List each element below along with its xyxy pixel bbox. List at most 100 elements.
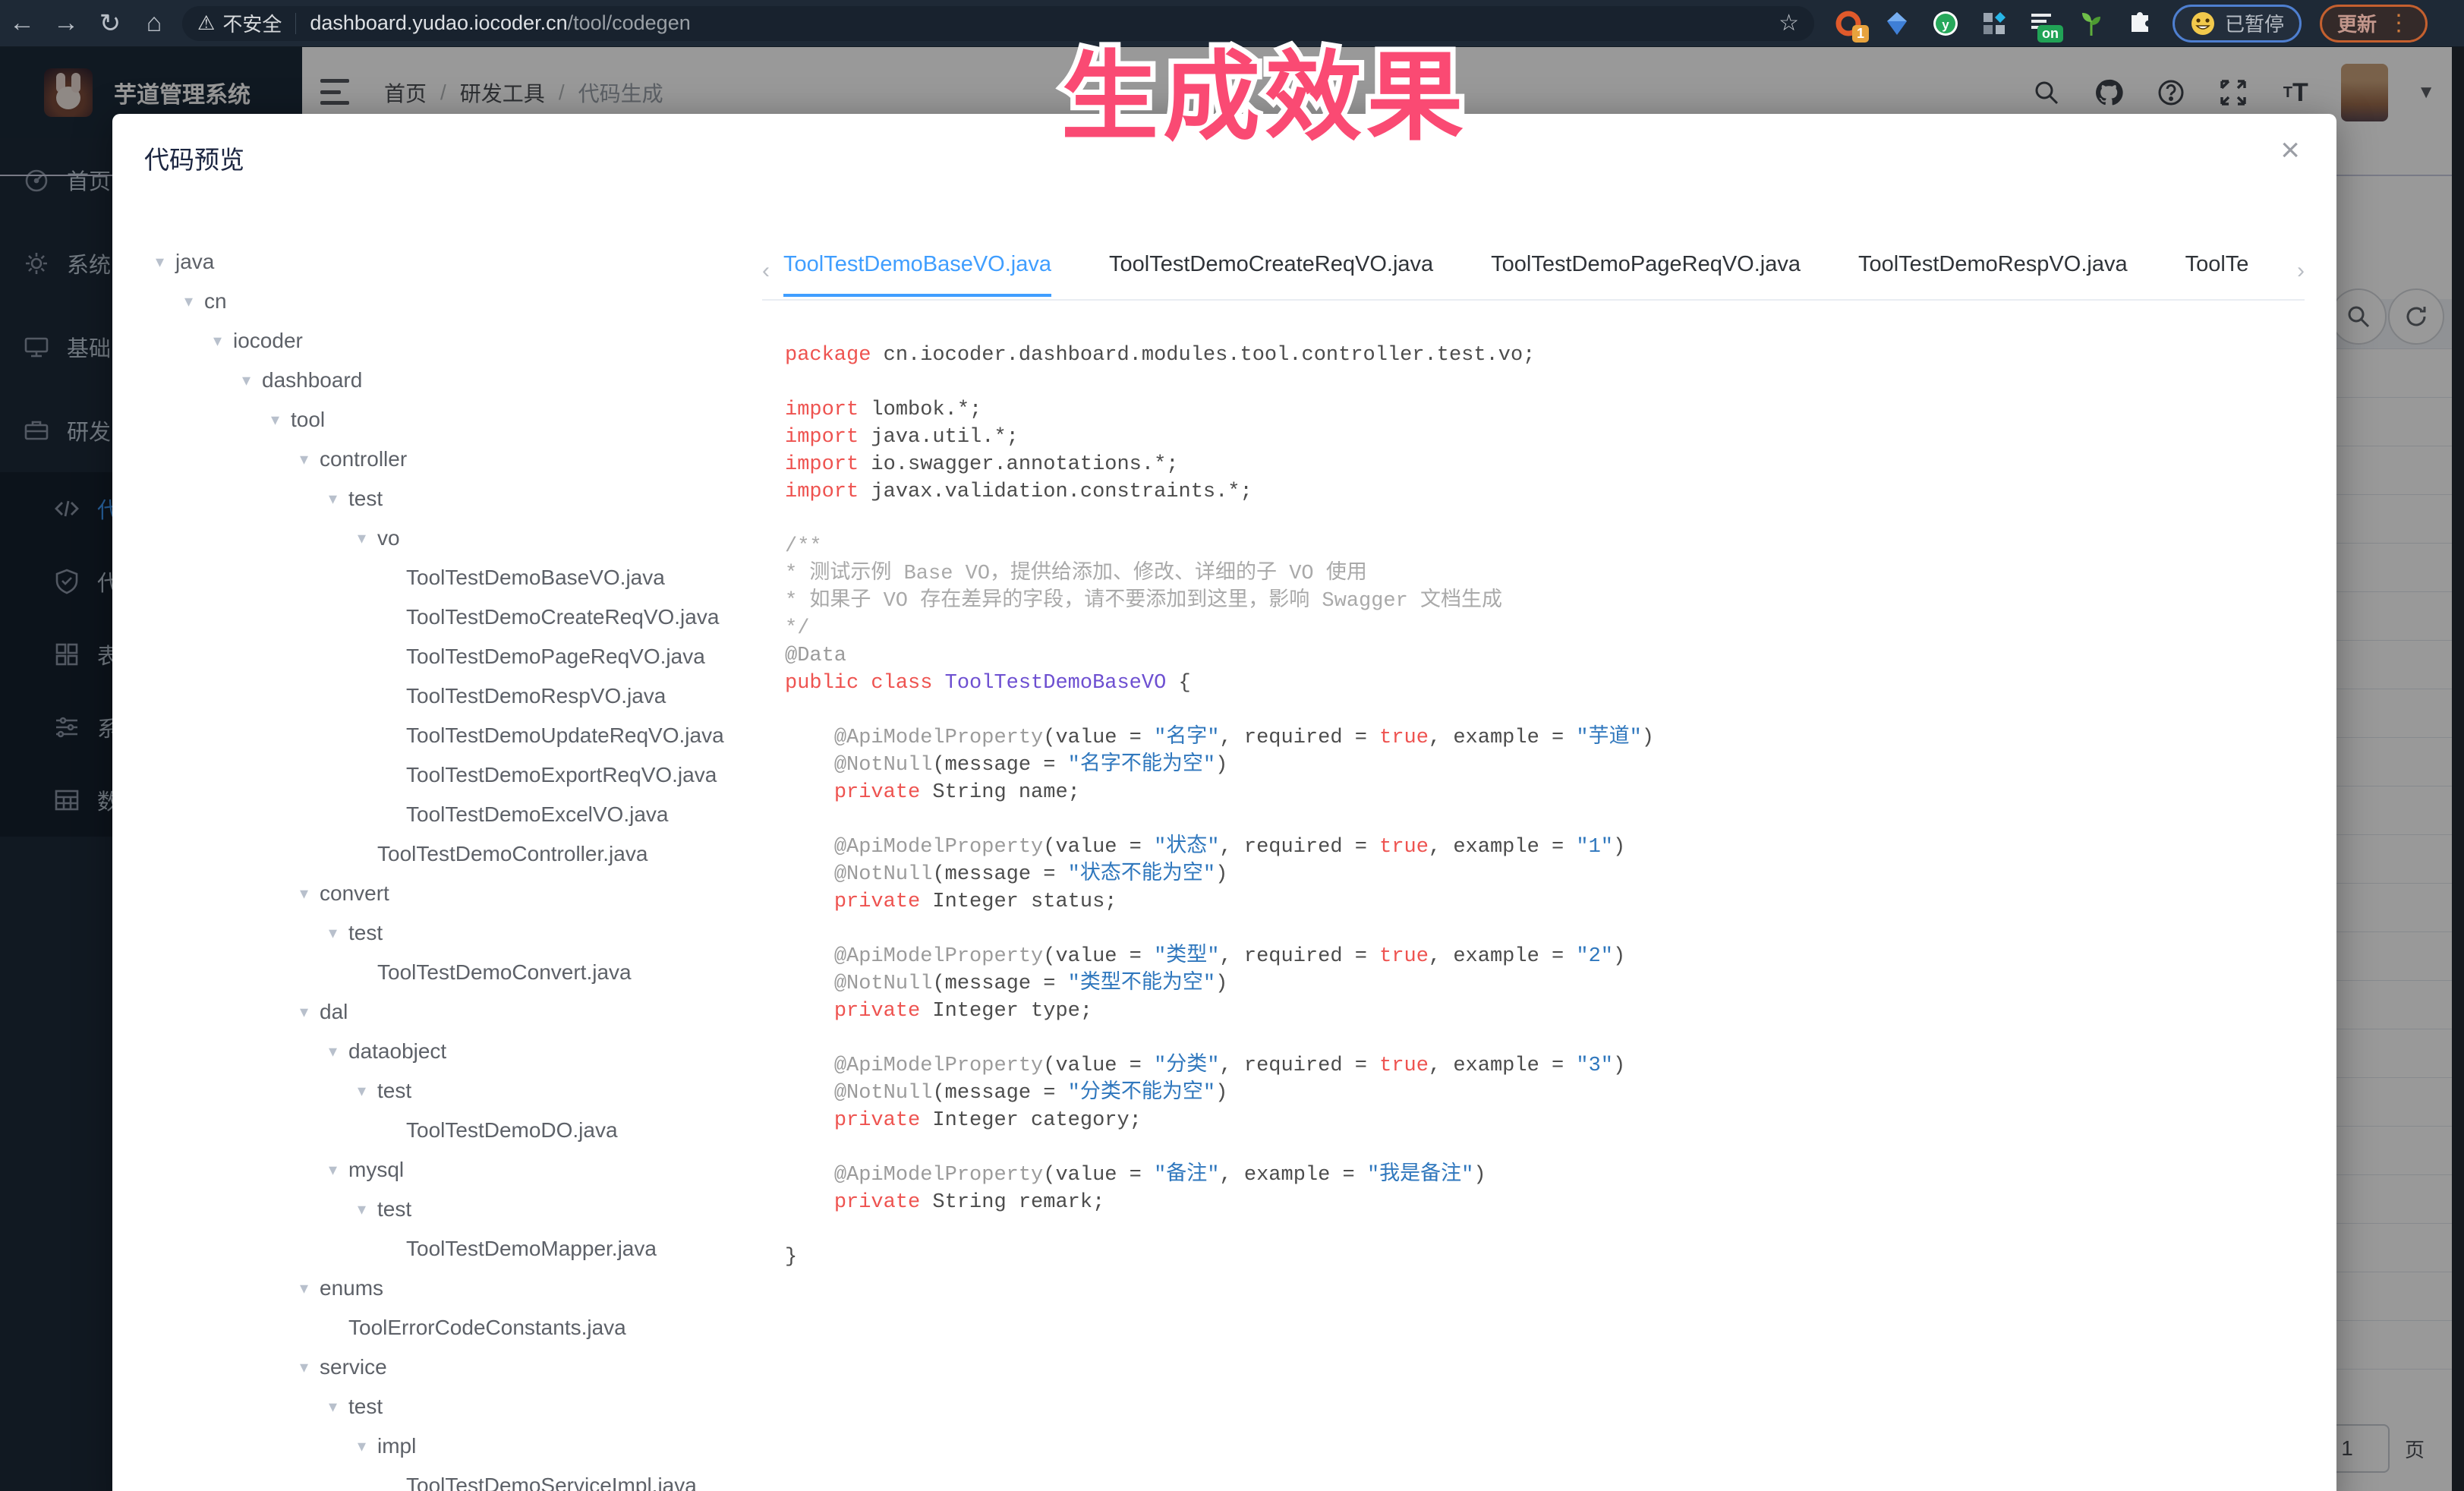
ext-blue-gem-icon[interactable] bbox=[1883, 9, 1911, 38]
code-token-m: @Data bbox=[785, 645, 846, 667]
tree-file-ToolTestDemoMapper.java[interactable]: ToolTestDemoMapper.java bbox=[112, 1229, 765, 1269]
tabs-prev-icon[interactable]: ‹ bbox=[762, 258, 770, 284]
code-token-m: @ApiModelProperty bbox=[834, 1054, 1043, 1077]
code-token-p: , example = bbox=[1429, 727, 1576, 749]
tree-file-ToolTestDemoController.java[interactable]: ToolTestDemoController.java bbox=[112, 834, 765, 874]
tree-dir-service[interactable]: ▾service bbox=[112, 1348, 765, 1387]
extension-icons: 1 y on bbox=[1834, 9, 2154, 38]
tree-dir-tool[interactable]: ▾tool bbox=[112, 400, 765, 440]
tree-expand-caret-icon[interactable]: ▾ bbox=[156, 252, 175, 272]
tree-expand-caret-icon[interactable]: ▾ bbox=[300, 1357, 320, 1377]
tab-ToolTe[interactable]: ToolTe bbox=[2185, 252, 2249, 297]
tree-file-ToolTestDemoExcelVO.java[interactable]: ToolTestDemoExcelVO.java bbox=[112, 795, 765, 834]
tree-expand-caret-icon[interactable]: ▾ bbox=[329, 1397, 348, 1417]
browser-menu-icon[interactable]: ⋮ bbox=[2387, 20, 2410, 27]
tree-file-ToolTestDemoRespVO.java[interactable]: ToolTestDemoRespVO.java bbox=[112, 676, 765, 716]
bookmark-star-icon[interactable]: ☆ bbox=[1779, 10, 1799, 36]
code-token-p bbox=[785, 891, 834, 913]
tree-dir-test[interactable]: ▾test bbox=[112, 913, 765, 953]
tree-expand-caret-icon[interactable]: ▾ bbox=[329, 1160, 348, 1180]
update-button[interactable]: 更新 ⋮ bbox=[2320, 5, 2428, 43]
code-line: /** bbox=[785, 533, 1654, 560]
tree-dir-dataobject[interactable]: ▾dataobject bbox=[112, 1032, 765, 1071]
code-token-p: (value = bbox=[1043, 727, 1154, 749]
tab-ToolTestDemoCreateReqVO.java[interactable]: ToolTestDemoCreateReqVO.java bbox=[1109, 252, 1433, 297]
tree-dir-test[interactable]: ▾test bbox=[112, 1190, 765, 1229]
tree-expand-caret-icon[interactable]: ▾ bbox=[329, 923, 348, 943]
tree-file-ToolTestDemoConvert.java[interactable]: ToolTestDemoConvert.java bbox=[112, 953, 765, 992]
tree-dir-mysql[interactable]: ▾mysql bbox=[112, 1150, 765, 1190]
code-line: @NotNull(message = "类型不能为空") bbox=[785, 970, 1654, 998]
code-token-p bbox=[932, 672, 944, 695]
tree-dir-controller[interactable]: ▾controller bbox=[112, 440, 765, 479]
home-icon[interactable]: ⌂ bbox=[132, 8, 176, 38]
tree-file-ToolTestDemoServiceImpl.java[interactable]: ToolTestDemoServiceImpl.java bbox=[112, 1466, 765, 1491]
address-bar[interactable]: ⚠ 不安全 dashboard.yudao.iocoder.cn /tool/c… bbox=[182, 6, 1814, 41]
tree-expand-caret-icon[interactable]: ▾ bbox=[329, 489, 348, 509]
tree-expand-caret-icon[interactable]: ▾ bbox=[300, 449, 320, 469]
tab-ToolTestDemoBaseVO.java[interactable]: ToolTestDemoBaseVO.java bbox=[783, 252, 1051, 297]
tab-ToolTestDemoRespVO.java[interactable]: ToolTestDemoRespVO.java bbox=[1858, 252, 2128, 297]
tree-expand-caret-icon[interactable]: ▾ bbox=[358, 1199, 377, 1219]
tree-node-label: ToolTestDemoMapper.java bbox=[406, 1237, 657, 1261]
tree-node-label: ToolTestDemoPageReqVO.java bbox=[406, 645, 705, 669]
paused-chip[interactable]: 已暂停 bbox=[2173, 5, 2302, 43]
code-line: } bbox=[785, 1244, 1654, 1271]
tree-dir-test[interactable]: ▾test bbox=[112, 1387, 765, 1426]
tree-expand-caret-icon[interactable]: ▾ bbox=[358, 1081, 377, 1101]
tree-file-ToolTestDemoDO.java[interactable]: ToolTestDemoDO.java bbox=[112, 1111, 765, 1150]
tree-expand-caret-icon[interactable]: ▾ bbox=[300, 884, 320, 903]
code-line: @ApiModelProperty(value = "分类", required… bbox=[785, 1052, 1654, 1080]
tree-dir-dashboard[interactable]: ▾dashboard bbox=[112, 361, 765, 400]
tree-dir-cn[interactable]: ▾cn bbox=[112, 282, 765, 321]
tree-dir-dal[interactable]: ▾dal bbox=[112, 992, 765, 1032]
code-line: private Integer type; bbox=[785, 998, 1654, 1025]
tabs-next-icon[interactable]: › bbox=[2297, 258, 2305, 284]
code-token-g: /** bbox=[785, 535, 822, 558]
tree-expand-caret-icon[interactable]: ▾ bbox=[300, 1278, 320, 1298]
tree-expand-caret-icon[interactable]: ▾ bbox=[242, 370, 262, 390]
tree-file-ToolTestDemoUpdateReqVO.java[interactable]: ToolTestDemoUpdateReqVO.java bbox=[112, 716, 765, 755]
tree-node-label: iocoder bbox=[233, 329, 303, 353]
tree-dir-test[interactable]: ▾test bbox=[112, 479, 765, 519]
tree-dir-test[interactable]: ▾test bbox=[112, 1071, 765, 1111]
tree-file-ToolTestDemoExportReqVO.java[interactable]: ToolTestDemoExportReqVO.java bbox=[112, 755, 765, 795]
code-line: import lombok.*; bbox=[785, 396, 1654, 424]
code-token-p: , required = bbox=[1220, 727, 1380, 749]
tree-expand-caret-icon[interactable]: ▾ bbox=[358, 528, 377, 548]
tree-dir-enums[interactable]: ▾enums bbox=[112, 1269, 765, 1308]
forward-icon[interactable]: → bbox=[44, 8, 88, 38]
ext-orange-circle-icon[interactable]: 1 bbox=[1834, 9, 1863, 38]
tree-expand-caret-icon[interactable]: ▾ bbox=[271, 410, 291, 430]
tree-expand-caret-icon[interactable]: ▾ bbox=[358, 1436, 377, 1456]
browser-scrollbar[interactable] bbox=[2452, 47, 2464, 1491]
code-token-p: ) bbox=[1613, 1054, 1625, 1077]
ext-plant-icon bbox=[2079, 10, 2103, 37]
tree-file-ToolErrorCodeConstants.java[interactable]: ToolErrorCodeConstants.java bbox=[112, 1308, 765, 1348]
tree-expand-caret-icon[interactable]: ▾ bbox=[300, 1002, 320, 1022]
ext-list-icon[interactable]: on bbox=[2028, 9, 2057, 38]
code-line: private String remark; bbox=[785, 1189, 1654, 1216]
back-icon[interactable]: ← bbox=[0, 8, 44, 38]
code-token-s: "名字" bbox=[1154, 727, 1219, 749]
tab-ToolTestDemoPageReqVO.java[interactable]: ToolTestDemoPageReqVO.java bbox=[1491, 252, 1801, 297]
tree-file-ToolTestDemoPageReqVO.java[interactable]: ToolTestDemoPageReqVO.java bbox=[112, 637, 765, 676]
reload-icon[interactable]: ↻ bbox=[88, 8, 132, 39]
tree-file-ToolTestDemoBaseVO.java[interactable]: ToolTestDemoBaseVO.java bbox=[112, 558, 765, 597]
tree-dir-convert[interactable]: ▾convert bbox=[112, 874, 765, 913]
ext-plant-icon[interactable] bbox=[2077, 9, 2106, 38]
tree-expand-caret-icon[interactable]: ▾ bbox=[184, 292, 204, 311]
tree-dir-vo[interactable]: ▾vo bbox=[112, 519, 765, 558]
tree-file-ToolTestDemoCreateReqVO.java[interactable]: ToolTestDemoCreateReqVO.java bbox=[112, 597, 765, 637]
tree-dir-iocoder[interactable]: ▾iocoder bbox=[112, 321, 765, 361]
dialog-close-icon[interactable]: × bbox=[2280, 134, 2300, 167]
ext-puzzle-icon[interactable] bbox=[2125, 9, 2154, 38]
code-line bbox=[785, 697, 1654, 724]
tree-dir-java[interactable]: ▾java bbox=[112, 242, 765, 282]
ext-green-y-icon[interactable]: y bbox=[1931, 9, 1960, 38]
tree-expand-caret-icon[interactable]: ▾ bbox=[329, 1042, 348, 1061]
code-line: * 测试示例 Base VO，提供给添加、修改、详细的子 VO 使用 bbox=[785, 560, 1654, 588]
tree-dir-impl[interactable]: ▾impl bbox=[112, 1426, 765, 1466]
ext-diamond-grid-icon[interactable] bbox=[1980, 9, 2009, 38]
tree-expand-caret-icon[interactable]: ▾ bbox=[213, 331, 233, 351]
